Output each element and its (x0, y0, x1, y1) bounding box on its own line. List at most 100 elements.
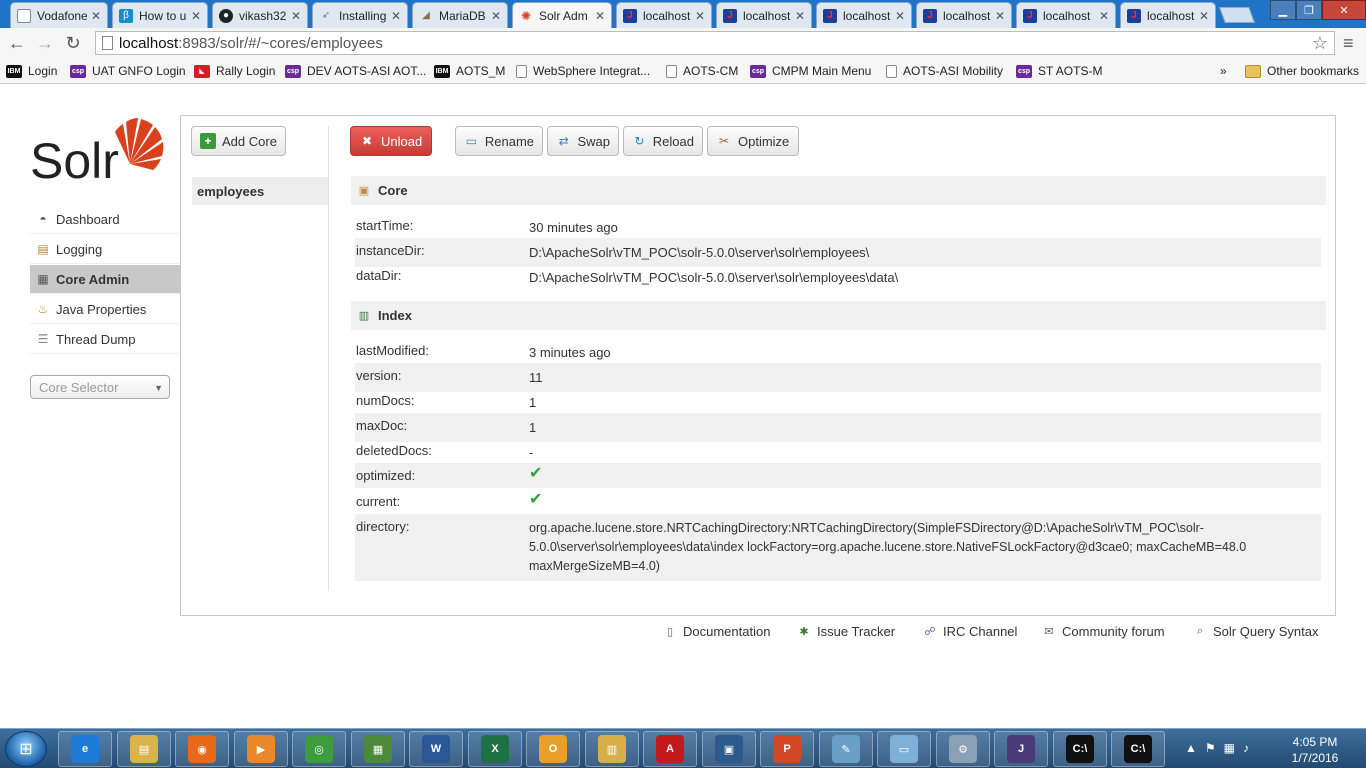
windows-taskbar: ⊞ e ▤ ◉ ▶ ◎ ▦ W X O ▥ A ▣ P ✎ ▭ ⚙ J C:\ C:\ ▲ ⚑ ▦ ♪ 4:05 P… (0, 728, 1366, 768)
taskbar-app-internet-explorer[interactable]: e (58, 731, 112, 767)
rename-button[interactable]: ▭ Rename (455, 126, 543, 156)
bookmark-rally-login[interactable]: ◣ Rally Login (194, 62, 275, 80)
tab-localhost-4[interactable]: J localhost ✕ (916, 2, 1012, 28)
tab-localhost-6[interactable]: J localhost ✕ (1120, 2, 1216, 28)
bookmarks-bar: IBM Login csp UAT GNFO Login ◣ Rally Log… (0, 58, 1366, 84)
taskbar-app-excel[interactable]: X (468, 731, 522, 767)
swap-button[interactable]: ⇄ Swap (547, 126, 619, 156)
close-icon[interactable]: ✕ (695, 9, 705, 23)
nav-java-properties[interactable]: ♨ Java Properties (30, 295, 180, 324)
taskbar-app-powerpoint[interactable]: P (760, 731, 814, 767)
unload-button[interactable]: ✖ Unload (350, 126, 432, 156)
taskbar-app-paint[interactable]: ✎ (819, 731, 873, 767)
tab-localhost-3[interactable]: J localhost ✕ (816, 2, 912, 28)
taskbar-clock[interactable]: 4:05 PM 1/7/2016 (1284, 734, 1346, 766)
network-icon[interactable]: ▦ (1224, 741, 1235, 755)
windows-logo-icon: ⊞ (19, 741, 33, 758)
bookmark-login[interactable]: IBM Login (6, 62, 57, 80)
reload-page-icon[interactable]: ↻ (62, 32, 84, 54)
nav-dashboard[interactable]: ◓ Dashboard (30, 205, 180, 234)
browser-menu-icon[interactable]: ≡ (1343, 33, 1359, 54)
taskbar-app-word[interactable]: W (409, 731, 463, 767)
core-selector[interactable]: Core Selector ▼ (30, 375, 170, 399)
tab-github[interactable]: ● vikash32 ✕ (212, 2, 308, 28)
taskbar-app-outlook[interactable]: O (526, 731, 580, 767)
footer-link-community-forum[interactable]: ✉ Community forum (1041, 622, 1164, 640)
tab-solr-admin[interactable]: ✺ Solr Adm ✕ (512, 2, 612, 29)
close-icon[interactable]: ✕ (1099, 9, 1109, 23)
footer-link-solr-query-syntax[interactable]: ⌕ Solr Query Syntax (1192, 622, 1319, 640)
taskbar-app-folders[interactable]: ▥ (585, 731, 639, 767)
j-icon: J (823, 8, 837, 23)
github-icon: ● (219, 8, 233, 23)
minimize-icon[interactable]: ▁ (1270, 0, 1296, 20)
taskbar-app-file-explorer[interactable]: ▤ (117, 731, 171, 767)
close-icon[interactable]: ✕ (291, 9, 301, 23)
taskbar-app-command-prompt[interactable]: C:\ (1053, 731, 1107, 767)
nav-core-admin[interactable]: ▦ Core Admin (30, 265, 180, 294)
close-icon[interactable]: ✕ (595, 9, 605, 23)
index-row-current: current: ✔ (355, 489, 1321, 514)
bookmark-st-aots-m[interactable]: csp ST AOTS-M (1016, 62, 1102, 80)
forward-icon[interactable]: → (34, 32, 56, 54)
footer-link-documentation[interactable]: ▯ Documentation (662, 622, 770, 640)
start-button[interactable]: ⊞ (5, 731, 47, 767)
footer-link-irc-channel[interactable]: ☍ IRC Channel (922, 622, 1017, 640)
other-bookmarks[interactable]: Other bookmarks (1245, 62, 1359, 80)
tray-expand-icon[interactable]: ▲ (1185, 741, 1197, 755)
url-input[interactable]: localhost:8983/solr/#/~cores/employees ☆ (95, 31, 1335, 55)
bookmark-star-icon[interactable]: ☆ (1312, 33, 1328, 54)
close-icon[interactable]: ✕ (1199, 9, 1209, 23)
reload-button[interactable]: ↻ Reload (623, 126, 703, 156)
tab-how-to[interactable]: β How to u ✕ (112, 2, 208, 28)
command-prompt-icon: C:\ (1124, 735, 1152, 763)
new-tab-button[interactable] (1219, 7, 1255, 23)
close-icon[interactable]: ✕ (895, 9, 905, 23)
bookmark-aots-m[interactable]: IBM AOTS_M (434, 62, 505, 80)
bookmark-aots-asi-mobility[interactable]: AOTS-ASI Mobility (886, 62, 1003, 80)
optimize-button[interactable]: ✂ Optimize (707, 126, 799, 156)
close-icon[interactable]: ✕ (491, 9, 501, 23)
restore-icon[interactable]: ❐ (1296, 0, 1322, 20)
taskbar-app-firefox[interactable]: ◉ (175, 731, 229, 767)
taskbar-app-virtualbox[interactable]: ▣ (702, 731, 756, 767)
system-tray: ▲ ⚑ ▦ ♪ (1185, 741, 1249, 755)
nav-logging[interactable]: ▤ Logging (30, 235, 180, 264)
core-list-item-employees[interactable]: employees (192, 177, 328, 205)
close-window-icon[interactable]: ✕ (1322, 0, 1366, 20)
taskbar-app-settings[interactable]: ⚙ (936, 731, 990, 767)
footer-link-issue-tracker[interactable]: ✱ Issue Tracker (796, 622, 895, 640)
taskbar-app-chrome[interactable]: ◎ (292, 731, 346, 767)
nav-thread-dump[interactable]: ☰ Thread Dump (30, 325, 180, 354)
back-icon[interactable]: ← (6, 32, 28, 54)
close-icon[interactable]: ✕ (995, 9, 1005, 23)
tab-localhost-5[interactable]: J localhost ✕ (1016, 2, 1116, 28)
taskbar-app-notepad[interactable]: ▭ (877, 731, 931, 767)
close-icon[interactable]: ✕ (91, 9, 101, 23)
tab-vodafone[interactable]: Vodafone ✕ (10, 2, 108, 28)
bookmark-websphere[interactable]: WebSphere Integrat... (516, 62, 650, 80)
tab-localhost-2[interactable]: J localhost ✕ (716, 2, 812, 28)
tab-installing[interactable]: ➶ Installing ✕ (312, 2, 408, 28)
bookmark-uat-gnfo-login[interactable]: csp UAT GNFO Login (70, 62, 186, 80)
bookmark-dev-aots-asi[interactable]: csp DEV AOTS-ASI AOT... (285, 62, 426, 80)
taskbar-app-command-prompt[interactable]: C:\ (1111, 731, 1165, 767)
taskbar-app-media-player[interactable]: ▶ (234, 731, 288, 767)
close-icon[interactable]: ✕ (191, 9, 201, 23)
ibm-icon: IBM (434, 64, 450, 78)
tab-localhost-1[interactable]: J localhost ✕ (616, 2, 712, 28)
tab-mariadb[interactable]: ◢ MariaDB ✕ (412, 2, 508, 28)
bookmark-aots-cm[interactable]: AOTS-CM (666, 62, 738, 80)
flag-icon[interactable]: ⚑ (1205, 741, 1216, 755)
solr-logo[interactable]: Solr (30, 112, 165, 189)
taskbar-app-project[interactable]: ▦ (351, 731, 405, 767)
taskbar-app-java-ee-ide[interactable]: J (994, 731, 1048, 767)
taskbar-app-acrobat[interactable]: A (643, 731, 697, 767)
bookmarks-overflow-button[interactable]: » (1220, 62, 1227, 80)
rename-icon: ▭ (465, 134, 478, 148)
add-core-button[interactable]: + Add Core (191, 126, 286, 156)
close-icon[interactable]: ✕ (391, 9, 401, 23)
close-icon[interactable]: ✕ (795, 9, 805, 23)
bookmark-cmpm-main-menu[interactable]: csp CMPM Main Menu (750, 62, 871, 80)
volume-icon[interactable]: ♪ (1243, 741, 1249, 755)
